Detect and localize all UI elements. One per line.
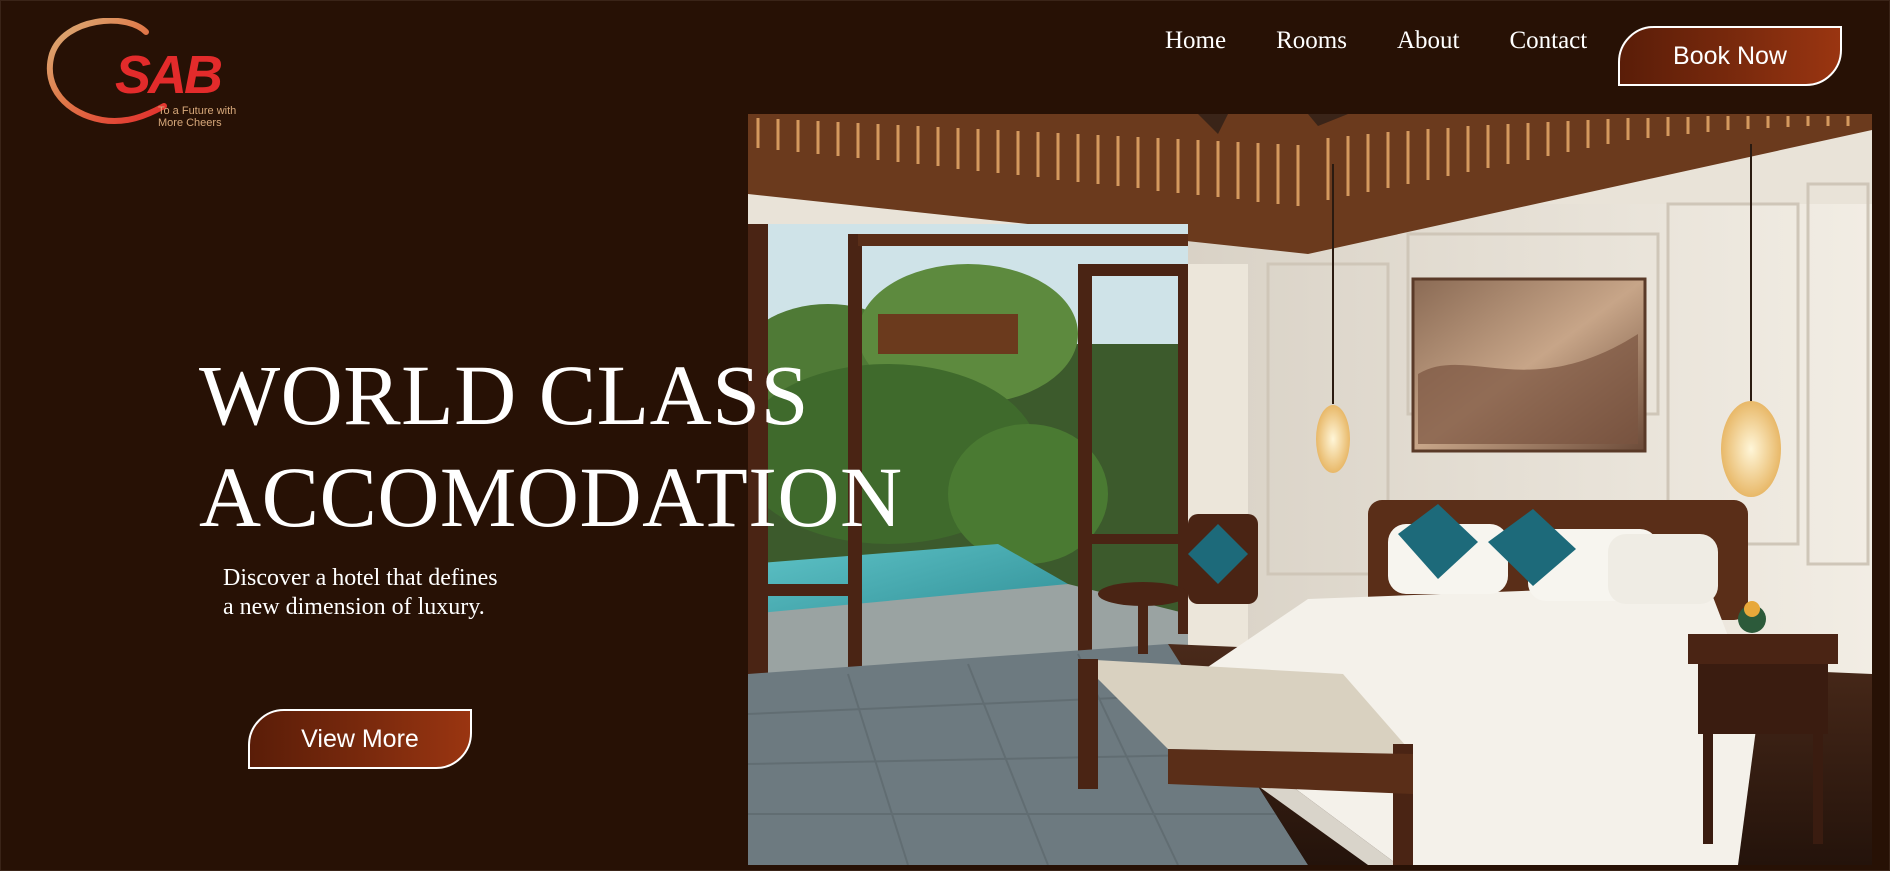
hero-subtitle-line-1: Discover a hotel that defines <box>223 565 498 591</box>
hero-title: WORLD CLASS ACCOMODATION <box>199 344 903 548</box>
nav-rooms-link[interactable]: Rooms <box>1276 24 1347 58</box>
hero-title-line-1: WORLD CLASS <box>199 347 809 443</box>
brand-logo[interactable]: SAB To a Future with More Cheers <box>46 18 256 130</box>
nav-home-link[interactable]: Home <box>1165 24 1226 58</box>
view-more-button[interactable]: View More <box>248 709 472 769</box>
logo-wordmark: SAB <box>115 45 223 105</box>
hero-image <box>748 114 1872 865</box>
hero-subtitle-line-2: a new dimension of luxury. <box>223 594 485 620</box>
nav-contact-link[interactable]: Contact <box>1509 24 1587 58</box>
main-nav: Home Rooms About Contact <box>1165 24 1587 58</box>
logo-tagline: To a Future with More Cheers <box>158 105 237 129</box>
hero-title-line-2: ACCOMODATION <box>199 449 903 545</box>
hotel-bedroom-photo <box>748 114 1872 865</box>
nav-about-link[interactable]: About <box>1397 24 1460 58</box>
book-now-button[interactable]: Book Now <box>1618 26 1842 86</box>
hero-subtitle: Discover a hotel that defines a new dime… <box>223 564 498 622</box>
